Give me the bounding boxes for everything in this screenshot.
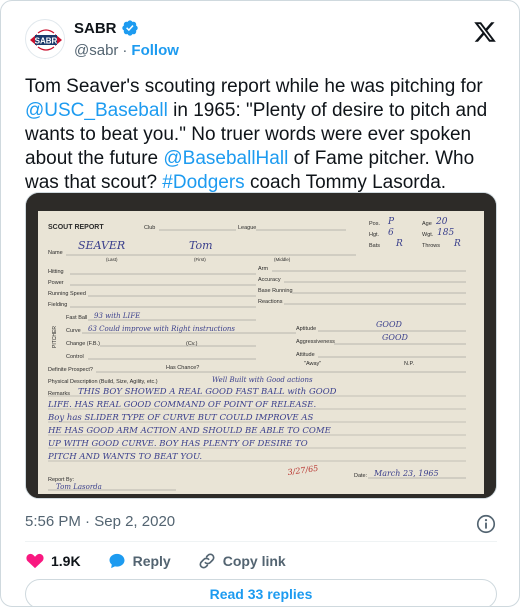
- card-control-label: Control: [66, 354, 84, 360]
- card-first-label: (First): [194, 257, 206, 262]
- card-hgt-value: 6: [388, 228, 394, 238]
- tweet-text: Tom Seaver's scouting report while he wa…: [25, 75, 497, 195]
- card-hgt-label: Hgt.: [369, 232, 380, 238]
- card-physical-value: Well Built with Good actions: [212, 376, 313, 384]
- like-count: 1.9K: [51, 553, 81, 569]
- card-date-label: Date:: [354, 473, 368, 479]
- tweet-header: SABR SABR @sabr · Follow: [25, 18, 497, 62]
- card-name-label: Name: [48, 250, 63, 256]
- like-button[interactable]: 1.9K: [25, 551, 81, 571]
- card-bats-label: Bats: [369, 243, 380, 249]
- card-throws-label: Throws: [422, 243, 440, 249]
- timestamp-row: 5:56 PM · Sep 2, 2020: [25, 513, 497, 535]
- card-accuracy-label: Accuracy: [258, 277, 281, 283]
- card-away-label: "Away": [304, 361, 321, 367]
- copy-link-label: Copy link: [222, 553, 286, 569]
- card-aptitude-label: Aptitude: [296, 326, 316, 332]
- card-club-label: Club: [144, 225, 155, 231]
- card-date-value: March 23, 1965: [373, 469, 439, 478]
- divider: [25, 541, 497, 542]
- card-definite-label: Definite Prospect?: [48, 367, 93, 373]
- card-pos-value: P: [387, 217, 395, 227]
- card-base-running-label: Base Running: [258, 288, 293, 294]
- card-fastball-label: Fast Ball: [66, 315, 87, 321]
- account-name[interactable]: SABR: [74, 20, 117, 37]
- info-icon[interactable]: [475, 513, 497, 535]
- follow-button[interactable]: Follow: [131, 42, 179, 59]
- card-report-by-value: Tom Lasorda: [56, 483, 102, 491]
- reply-label: Reply: [132, 553, 171, 569]
- card-power-label: Power: [48, 280, 64, 286]
- scout-report-card-image: SCOUT REPORT Club League Pos. P Age 20 H…: [26, 193, 496, 498]
- card-hitting-label: Hitting: [48, 269, 64, 275]
- card-change-label: Change (F.B.): [66, 341, 100, 347]
- copy-link-button[interactable]: Copy link: [197, 551, 286, 571]
- tweet-date[interactable]: Sep 2, 2020: [94, 513, 175, 530]
- card-first-name: Tom: [189, 239, 213, 252]
- card-running-label: Running Speed: [48, 291, 86, 297]
- card-reactions-label: Reactions: [258, 299, 283, 305]
- card-age-label: Age: [422, 221, 432, 227]
- card-curve-label: Curve: [66, 328, 81, 334]
- account-handle[interactable]: @sabr: [74, 42, 118, 59]
- card-physical-label: Physical Description (Build, Size, Agili…: [48, 379, 158, 385]
- reply-bubble-icon: [109, 553, 125, 569]
- card-curve-value: 63 Could improve with Right instructions: [88, 325, 235, 333]
- mention-link-baseball-hall[interactable]: @BaseballHall: [163, 148, 288, 169]
- card-attitude-label: Attitude: [296, 352, 315, 358]
- svg-text:SABR: SABR: [35, 37, 58, 46]
- card-fielding-label: Fielding: [48, 302, 67, 308]
- card-pitcher-label: PITCHER: [52, 326, 58, 348]
- separator-dot: ·: [85, 513, 91, 530]
- card-bats-value: R: [395, 239, 403, 249]
- card-aptitude-value: GOOD: [376, 320, 403, 329]
- read-replies-button[interactable]: Read 33 replies: [25, 579, 497, 607]
- card-np-label: N.P.: [404, 361, 414, 367]
- card-aggressiveness-value: GOOD: [382, 333, 409, 342]
- card-remarks-line: Boy has SLIDER TYPE OF CURVE BUT COULD I…: [47, 413, 313, 423]
- card-arm-label: Arm: [258, 266, 269, 272]
- tweet-card: SABR SABR @sabr · Follow Tom Seaver's sc…: [0, 0, 520, 607]
- sabr-logo-icon: SABR: [27, 21, 64, 58]
- tweet-text-part: Tom Seaver's scouting report while he wa…: [25, 76, 483, 97]
- card-remarks-line: HE HAS GOOD ARM ACTION AND SHOULD BE ABL…: [47, 426, 332, 436]
- card-throws-value: R: [453, 239, 461, 249]
- heart-icon: [26, 553, 44, 569]
- handle-row: @sabr · Follow: [74, 42, 179, 59]
- card-last-name: SEAVER: [78, 239, 125, 252]
- card-pos-label: Pos.: [369, 221, 380, 227]
- card-fastball-value: 93 with LIFE: [94, 312, 140, 320]
- avatar[interactable]: SABR: [25, 19, 65, 59]
- tweet-time[interactable]: 5:56 PM: [25, 513, 81, 530]
- card-cv-label: (Cv.): [186, 341, 198, 347]
- card-has-chance-label: Has Chance?: [166, 365, 199, 371]
- reply-button[interactable]: Reply: [107, 551, 171, 571]
- card-remarks-line: LIFE. HAS REAL GOOD COMMAND OF POINT OF …: [47, 400, 316, 410]
- card-age-value: 20: [435, 217, 448, 227]
- name-row: SABR: [74, 19, 139, 37]
- card-remarks-line: PITCH AND WANTS TO BEAT YOU.: [47, 452, 202, 462]
- card-wgt-label: Wgt.: [422, 232, 434, 238]
- action-bar: 1.9K Reply Copy link: [25, 549, 312, 573]
- verified-badge-icon: [121, 20, 138, 36]
- tweet-photo[interactable]: SCOUT REPORT Club League Pos. P Age 20 H…: [25, 192, 497, 499]
- link-icon: [199, 553, 215, 569]
- hashtag-link-dodgers[interactable]: #Dodgers: [162, 172, 244, 193]
- card-middle-label: (Middle): [274, 257, 291, 262]
- card-league-label: League: [238, 225, 256, 231]
- card-remarks-line: THIS BOY SHOWED A REAL GOOD FAST BALL wi…: [78, 387, 337, 397]
- separator-dot: ·: [122, 42, 128, 59]
- card-remarks-line: UP WITH GOOD CURVE. BOY HAS PLENTY OF DE…: [48, 439, 308, 449]
- tweet-text-part: coach Tommy Lasorda.: [244, 172, 447, 193]
- card-wgt-value: 185: [437, 228, 454, 238]
- card-aggressiveness-label: Aggressiveness: [296, 339, 335, 345]
- card-last-label: (Last): [106, 257, 118, 262]
- mention-link-usc-baseball[interactable]: @USC_Baseball: [25, 100, 168, 121]
- card-title: SCOUT REPORT: [48, 224, 104, 231]
- x-logo-icon[interactable]: [473, 20, 497, 44]
